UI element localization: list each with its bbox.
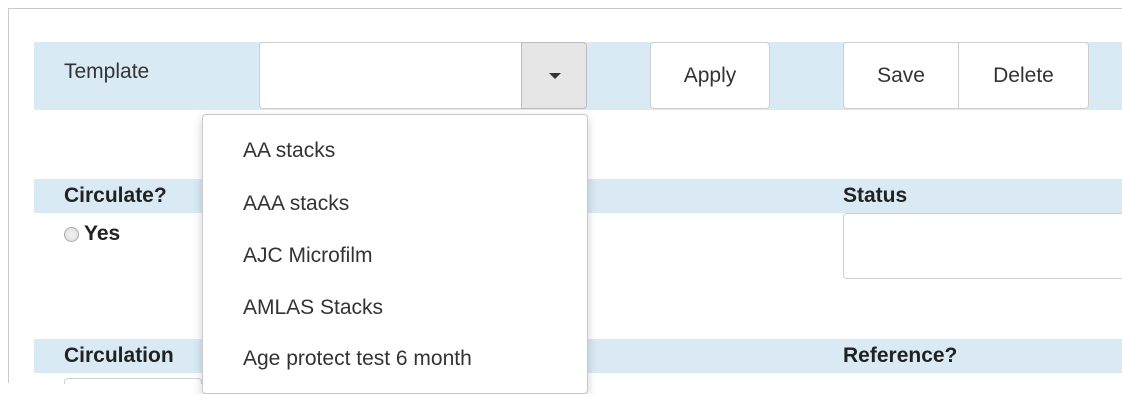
apply-button[interactable]: Apply <box>650 42 770 109</box>
status-label: Status <box>843 184 908 207</box>
dropdown-item[interactable]: Age protect test 6 month <box>243 347 472 371</box>
dropdown-item[interactable]: AA stacks <box>243 139 335 163</box>
dropdown-item[interactable]: AJC Microfilm <box>243 244 373 268</box>
delete-button[interactable]: Delete <box>958 42 1089 109</box>
yes-radio-label: Yes <box>84 222 121 245</box>
status-input[interactable] <box>843 213 1122 279</box>
template-label: Template <box>64 60 150 83</box>
chevron-down-icon <box>549 73 561 79</box>
dropdown-item[interactable]: AAA stacks <box>243 192 349 216</box>
reference-label: Reference? <box>843 344 958 367</box>
circulation-label: Circulation <box>64 344 174 367</box>
circulate-label: Circulate? <box>64 184 167 207</box>
dropdown-item[interactable]: AMLAS Stacks <box>243 296 383 320</box>
circulation-field[interactable] <box>64 378 202 384</box>
yes-radio[interactable] <box>64 227 79 242</box>
save-button[interactable]: Save <box>843 42 959 109</box>
template-dropdown-menu: AA stacks AAA stacks AJC Microfilm AMLAS… <box>202 114 588 394</box>
template-select-toggle[interactable] <box>521 42 587 109</box>
